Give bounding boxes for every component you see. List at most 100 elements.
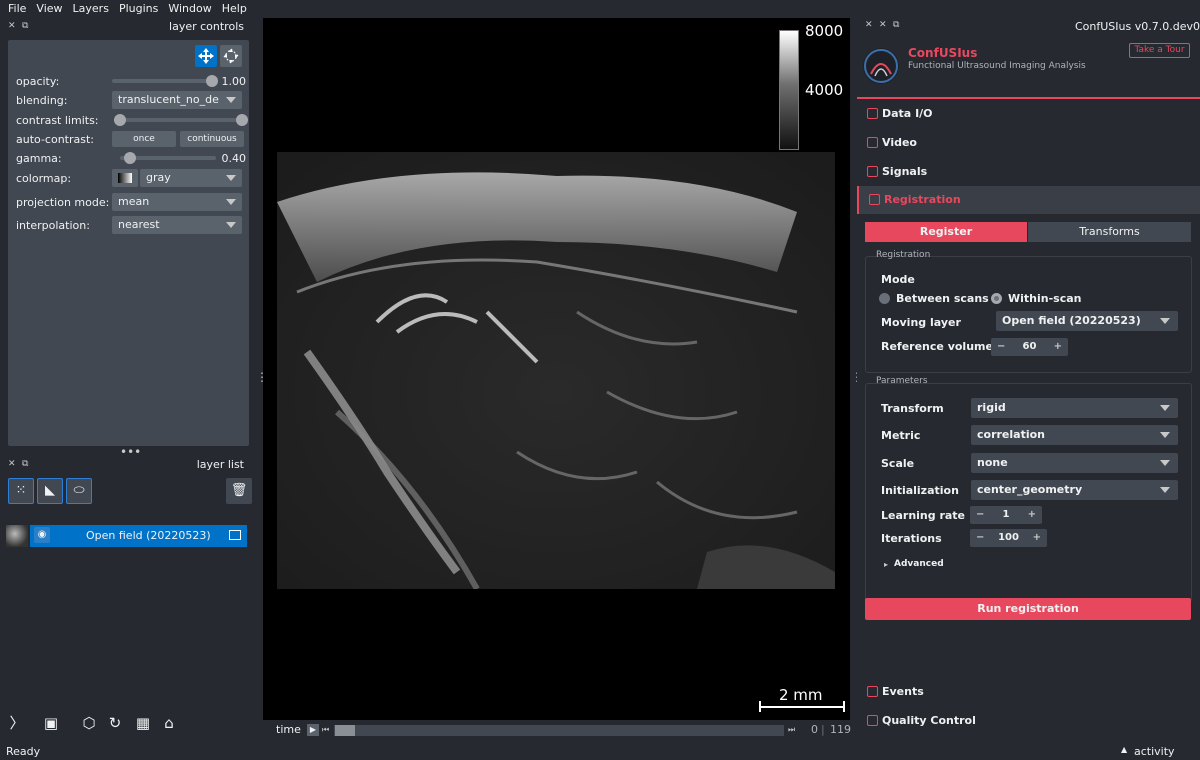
tab-register[interactable]: Register: [865, 222, 1027, 242]
ndisplay-button[interactable]: ▣: [34, 712, 68, 734]
activity-button[interactable]: activity: [1134, 745, 1175, 758]
new-shapes-layer-button[interactable]: ◣: [37, 478, 63, 504]
delete-layer-button[interactable]: 🗑: [226, 478, 252, 504]
file-icon: [867, 108, 878, 119]
calendar-icon: [867, 686, 878, 697]
plus-icon[interactable]: +: [1054, 338, 1062, 356]
trash-icon: 🗑: [230, 483, 248, 498]
radio-within-scan[interactable]: [991, 293, 1002, 304]
new-labels-layer-button[interactable]: ⬭: [66, 478, 92, 504]
play-button[interactable]: ▶: [307, 724, 319, 736]
autocontrast-continuous-button[interactable]: continuous: [180, 131, 244, 147]
chevron-down-icon: [1160, 318, 1170, 324]
initialization-dropdown[interactable]: center_geometry: [971, 480, 1178, 500]
run-registration-button[interactable]: Run registration: [865, 598, 1191, 620]
canvas-viewer[interactable]: 8000 4000 2 mm: [263, 18, 850, 720]
home-button[interactable]: ⌂: [158, 712, 180, 734]
chart-icon: [867, 166, 878, 177]
undock-icon[interactable]: ⧉: [22, 459, 28, 469]
opacity-slider[interactable]: [112, 79, 208, 83]
plus-icon[interactable]: +: [1033, 529, 1041, 547]
ultrasound-image: [277, 152, 835, 589]
scale-dropdown[interactable]: none: [971, 453, 1178, 473]
expand-arrow-icon[interactable]: ▸: [884, 560, 888, 569]
undock-icon[interactable]: ⧉: [893, 20, 899, 30]
colormap-dropdown[interactable]: gray: [140, 169, 242, 187]
layer-thumbnail: [6, 525, 28, 547]
nav-registration-label: Registration: [884, 193, 961, 206]
tab-transforms[interactable]: Transforms: [1028, 222, 1191, 242]
registration-icon: [869, 194, 880, 205]
grid-button[interactable]: ▦: [132, 712, 154, 734]
nav-video[interactable]: Video: [857, 129, 1200, 157]
blending-dropdown[interactable]: translucent_no_de: [112, 91, 242, 109]
time-slider-track[interactable]: [334, 725, 784, 736]
reference-volume-label: Reference volume: [881, 340, 993, 353]
interpolation-dropdown[interactable]: nearest: [112, 216, 242, 234]
step-back-icon[interactable]: ⏮: [322, 724, 332, 736]
undock-icon[interactable]: ⧉: [22, 21, 28, 31]
projection-dropdown[interactable]: mean: [112, 193, 242, 211]
contrast-max-handle[interactable]: [236, 114, 248, 126]
reference-volume-spinbox[interactable]: − 60 +: [991, 338, 1068, 356]
float-dock-icon[interactable]: ✕: [8, 459, 16, 469]
menu-plugins[interactable]: Plugins: [119, 2, 158, 15]
new-points-layer-button[interactable]: ⁙: [8, 478, 34, 504]
nav-events[interactable]: Events: [857, 678, 1200, 706]
interpolation-label: interpolation:: [16, 219, 90, 232]
transpose-button[interactable]: ↻: [104, 712, 126, 734]
advanced-toggle[interactable]: Advanced: [894, 559, 944, 569]
move-icon: [198, 48, 214, 64]
moving-layer-dropdown[interactable]: Open field (20220523): [996, 311, 1178, 331]
plugin-subtitle: Functional Ultrasound Imaging Analysis: [908, 61, 1086, 71]
learning-rate-spinbox[interactable]: − 1 +: [970, 506, 1042, 524]
video-icon: [867, 137, 878, 148]
float-dock-icon[interactable]: ✕: [879, 20, 887, 30]
nav-data-io[interactable]: Data I/O: [857, 100, 1200, 128]
layer-name: Open field (20220523): [86, 529, 211, 542]
status-text: Ready: [6, 745, 41, 758]
metric-value: correlation: [977, 428, 1045, 441]
chevron-down-icon: [226, 175, 236, 181]
visibility-eye-icon[interactable]: ◉: [34, 527, 50, 543]
iterations-spinbox[interactable]: − 100 +: [970, 529, 1047, 547]
blending-label: blending:: [16, 94, 68, 107]
radio-between-scans[interactable]: [879, 293, 890, 304]
console-button[interactable]: 〉: [6, 712, 28, 734]
nav-registration[interactable]: Registration: [857, 186, 1200, 214]
menu-file[interactable]: File: [8, 2, 26, 15]
colormap-row: colormap: gray: [16, 169, 246, 187]
colormap-value: gray: [146, 171, 171, 184]
autocontrast-once-button[interactable]: once: [112, 131, 176, 147]
menu-view[interactable]: View: [36, 2, 62, 15]
interpolation-value: nearest: [118, 218, 160, 231]
transform-dropdown[interactable]: rigid: [971, 398, 1178, 418]
float-dock-icon[interactable]: ✕: [8, 21, 16, 31]
take-tour-button[interactable]: Take a Tour: [1129, 43, 1190, 58]
step-forward-icon[interactable]: ⏭: [788, 724, 798, 736]
moving-layer-label: Moving layer: [881, 316, 961, 329]
plus-icon[interactable]: +: [1028, 506, 1036, 524]
menu-window[interactable]: Window: [168, 2, 211, 15]
transform-mode-button[interactable]: [220, 45, 242, 67]
time-slider-handle[interactable]: [335, 725, 355, 736]
metric-dropdown[interactable]: correlation: [971, 425, 1178, 445]
pan-zoom-mode-button[interactable]: [195, 45, 217, 67]
contrast-limits-slider[interactable]: [120, 118, 240, 122]
menu-help[interactable]: Help: [222, 2, 247, 15]
chevron-up-icon[interactable]: ▲: [1121, 745, 1127, 754]
time-label: time: [276, 723, 301, 736]
layer-item[interactable]: ◉ Open field (20220523): [30, 525, 247, 547]
layer-controls-title: layer controls: [169, 20, 244, 33]
roll-dims-button[interactable]: ⬡: [78, 712, 100, 734]
parameters-group-title: Parameters: [876, 376, 928, 386]
gamma-slider-handle[interactable]: [124, 152, 136, 164]
menu-layers[interactable]: Layers: [73, 2, 109, 15]
contrast-min-handle[interactable]: [114, 114, 126, 126]
contrast-row: contrast limits:: [16, 111, 248, 129]
close-icon[interactable]: ✕: [865, 20, 873, 30]
nav-signals[interactable]: Signals: [857, 158, 1200, 186]
nav-quality-control[interactable]: Quality Control: [857, 707, 1200, 735]
opacity-slider-handle[interactable]: [206, 75, 218, 87]
registration-group-title: Registration: [876, 250, 931, 260]
